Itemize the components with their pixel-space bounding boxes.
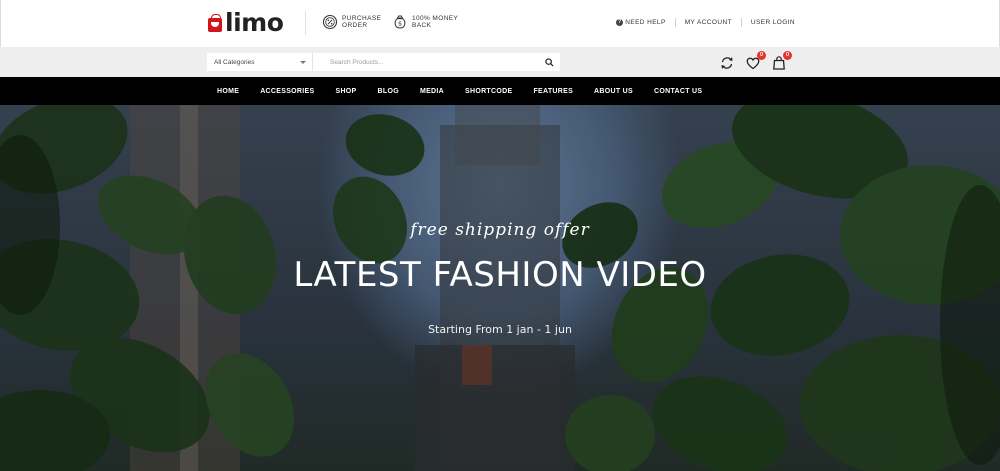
search-box: All Categories — [207, 53, 560, 71]
my-account-link[interactable]: MY ACCOUNT — [685, 19, 732, 26]
link-separator — [674, 18, 676, 27]
feature-line-2: BACK — [412, 22, 432, 29]
link-separator — [740, 18, 742, 27]
shopping-bag-logo-icon — [208, 13, 222, 32]
wishlist-button[interactable]: 0 — [745, 51, 766, 71]
top-links: ? NEED HELP MY ACCOUNT USER LOGIN — [616, 18, 795, 27]
feature-line-1: 100% MONEY — [412, 14, 459, 22]
compare-button[interactable] — [719, 55, 735, 71]
cart-button[interactable]: 0 — [771, 51, 792, 71]
search-input[interactable] — [313, 53, 538, 71]
main-navigation: HOME ACCESSORIES SHOP BLOG MEDIA SHORTCO… — [0, 77, 1000, 105]
refresh-icon — [721, 57, 733, 69]
nav-item-features[interactable]: FEATURES — [533, 88, 573, 95]
nav-item-accessories[interactable]: ACCESSORIES — [260, 88, 314, 95]
nav-item-contact-us[interactable]: CONTACT US — [654, 88, 702, 95]
feature-line-1: PURCHASE — [342, 14, 382, 22]
nav-item-about-us[interactable]: ABOUT US — [594, 88, 633, 95]
user-login-link[interactable]: USER LOGIN — [751, 19, 795, 26]
hero-subtitle: Starting From 1 jan - 1 jun — [428, 323, 572, 336]
nav-item-shortcode[interactable]: SHORTCODE — [465, 88, 512, 95]
logo-text: limo — [225, 8, 284, 37]
logo-divider — [305, 11, 306, 35]
feature-line-2: ORDER — [342, 22, 368, 29]
top-header: limo PURCHASE ORDER $ 100% MONEY BACK ? — [0, 0, 1000, 47]
need-help-label: NEED HELP — [625, 19, 666, 26]
svg-text:$: $ — [398, 21, 402, 28]
search-button[interactable] — [538, 53, 560, 71]
need-help-link[interactable]: ? NEED HELP — [616, 19, 665, 26]
nav-item-blog[interactable]: BLOG — [378, 88, 399, 95]
hero-tagline: free shipping offer — [410, 220, 590, 240]
search-icon — [544, 57, 554, 67]
category-select[interactable]: All Categories — [207, 53, 313, 71]
hero-banner: free shipping offer LATEST FASHION VIDEO… — [0, 105, 1000, 471]
site-logo[interactable]: limo — [208, 8, 284, 37]
nav-item-media[interactable]: MEDIA — [420, 88, 444, 95]
category-select-value: All Categories — [214, 58, 255, 66]
help-circle-icon: ? — [616, 19, 624, 26]
header-actions: 0 0 — [719, 51, 797, 71]
nav-item-home[interactable]: HOME — [217, 88, 239, 95]
search-bar-row: All Categories — [0, 47, 1000, 77]
hero-title: LATEST FASHION VIDEO — [293, 255, 707, 295]
nav-item-shop[interactable]: SHOP — [335, 88, 356, 95]
cart-count-badge: 0 — [783, 51, 792, 60]
money-bag-icon: $ — [394, 15, 406, 29]
feature-money-back: $ 100% MONEY BACK — [392, 14, 458, 30]
feature-purchase-order: PURCHASE ORDER — [322, 14, 381, 30]
wishlist-count-badge: 0 — [757, 51, 766, 60]
discount-badge-icon — [322, 14, 338, 30]
chevron-down-icon — [300, 60, 306, 64]
